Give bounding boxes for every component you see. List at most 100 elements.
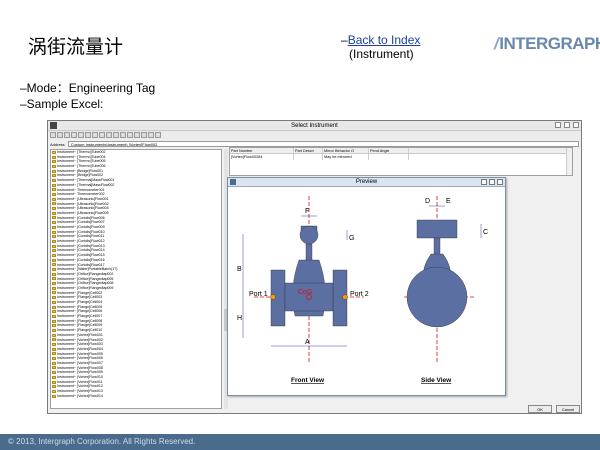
filter-icon[interactable] bbox=[155, 132, 161, 138]
folder-icon bbox=[52, 296, 56, 300]
back-link-subtitle: (Instrument) bbox=[349, 47, 414, 61]
open-icon[interactable] bbox=[57, 132, 63, 138]
dim-a-label: A bbox=[305, 339, 310, 346]
folder-icon bbox=[52, 305, 56, 309]
folder-icon bbox=[52, 211, 56, 215]
bullet-mode: –Mode：Engineering Tag bbox=[20, 81, 156, 95]
tree-item-label: Instrument~ [Vortex]Flow014 bbox=[57, 393, 103, 398]
preview-close-icon[interactable] bbox=[497, 179, 503, 185]
paste-icon[interactable] bbox=[85, 132, 91, 138]
grid-col-mirror-behavior[interactable]: Mirror Behavior O bbox=[323, 148, 369, 153]
folder-icon bbox=[52, 188, 56, 192]
folder-icon bbox=[52, 277, 56, 281]
folder-icon bbox=[52, 202, 56, 206]
port2-label: Port 2 bbox=[350, 291, 369, 298]
refresh-icon[interactable] bbox=[148, 132, 154, 138]
preview-maximize-icon[interactable] bbox=[489, 179, 495, 185]
logo-slash-mark: / bbox=[494, 34, 499, 53]
folder-icon bbox=[52, 310, 56, 314]
new-icon[interactable] bbox=[50, 132, 56, 138]
port1-label: Port 1 bbox=[249, 291, 268, 298]
grid-scrollbar[interactable] bbox=[566, 148, 572, 175]
app-icon bbox=[50, 122, 57, 129]
intergraph-logo: /INTERGRAPH bbox=[494, 34, 600, 54]
save-icon[interactable] bbox=[64, 132, 70, 138]
cut-icon[interactable] bbox=[71, 132, 77, 138]
front-view: B H A F G Port 1 Port 2 CoG Front View bbox=[237, 196, 369, 384]
folder-icon bbox=[52, 150, 56, 154]
folder-icon bbox=[52, 249, 56, 253]
folder-icon bbox=[52, 235, 56, 239]
preview-app-icon bbox=[230, 179, 236, 185]
grid-col-part-description[interactable]: Part Descri bbox=[294, 148, 323, 153]
logo-wordmark: INTERGRAPH bbox=[499, 34, 600, 53]
forward-icon[interactable] bbox=[134, 132, 140, 138]
preview-window: Preview B H A F G Port 1 Port 2 CoG Fron… bbox=[227, 177, 506, 396]
preview-minimize-icon[interactable] bbox=[481, 179, 487, 185]
cell-part-number: [Vortex]Flow00284 bbox=[230, 154, 294, 160]
preview-icon[interactable] bbox=[120, 132, 126, 138]
properties-icon[interactable] bbox=[99, 132, 105, 138]
folder-icon bbox=[52, 230, 56, 234]
folder-icon bbox=[52, 169, 56, 173]
folder-icon bbox=[52, 216, 56, 220]
grid-col-part-number[interactable]: Part Number bbox=[230, 148, 294, 153]
tree-item[interactable]: Instrument~ [Vortex]Flow014 bbox=[51, 394, 221, 399]
front-transmitter-head bbox=[299, 225, 319, 245]
back-icon[interactable] bbox=[127, 132, 133, 138]
cancel-button[interactable]: Cancel bbox=[556, 405, 580, 413]
close-icon[interactable] bbox=[573, 122, 579, 128]
folder-icon bbox=[52, 333, 56, 337]
port2-marker bbox=[342, 294, 348, 300]
window-title: Select Instrument bbox=[291, 123, 338, 129]
folder-icon bbox=[52, 272, 56, 276]
cell-pend-angle bbox=[369, 154, 409, 160]
folder-icon bbox=[52, 207, 56, 211]
port1-marker bbox=[270, 294, 276, 300]
preview-titlebar: Preview bbox=[228, 178, 505, 187]
dim-h-label: H bbox=[237, 315, 242, 322]
folder-icon bbox=[52, 357, 56, 361]
folder-icon bbox=[52, 239, 56, 243]
side-view-label: Side View bbox=[421, 377, 452, 384]
side-transmitter-head bbox=[416, 219, 458, 239]
slide-title: 涡街流量计 bbox=[28, 36, 124, 58]
folder-icon bbox=[52, 225, 56, 229]
folder-icon bbox=[52, 343, 56, 347]
folder-icon bbox=[52, 286, 56, 290]
folder-icon bbox=[52, 244, 56, 248]
folder-icon bbox=[52, 352, 56, 356]
side-view: D E C Side View bbox=[404, 196, 488, 384]
folder-icon bbox=[52, 183, 56, 187]
folder-icon bbox=[52, 178, 56, 182]
dim-c-label: C bbox=[483, 229, 488, 236]
side-flange-disc bbox=[406, 266, 468, 328]
instrument-tree[interactable]: Instrument~ [Thermo]Tube002 Instrument~ [… bbox=[50, 149, 222, 409]
copyright-text: © 2013, Intergraph Corporation. All Righ… bbox=[8, 437, 196, 446]
maximize-icon[interactable] bbox=[564, 122, 570, 128]
folder-icon bbox=[52, 375, 56, 379]
list-view-icon[interactable] bbox=[106, 132, 112, 138]
address-label: Address bbox=[50, 141, 65, 147]
folder-icon bbox=[52, 221, 56, 225]
folder-icon bbox=[52, 347, 56, 351]
ok-button[interactable]: OK bbox=[528, 405, 552, 413]
delete-icon[interactable] bbox=[92, 132, 98, 138]
folder-icon bbox=[52, 338, 56, 342]
preview-title: Preview bbox=[355, 179, 378, 185]
details-view-icon[interactable] bbox=[113, 132, 119, 138]
folder-icon bbox=[52, 328, 56, 332]
dim-d-label: D bbox=[425, 198, 430, 205]
back-link-dash: – bbox=[341, 33, 348, 47]
bullet-sample-excel: –Sample Excel: bbox=[20, 97, 104, 111]
up-icon[interactable] bbox=[141, 132, 147, 138]
grid-col-pend-angle[interactable]: Pend Angle bbox=[369, 148, 409, 153]
copy-icon[interactable] bbox=[78, 132, 84, 138]
table-row[interactable]: [Vortex]Flow00284 May be mirrored bbox=[230, 154, 572, 160]
folder-icon bbox=[52, 385, 56, 389]
select-instrument-window: Select Instrument Address Custom Instrum… bbox=[47, 120, 582, 414]
toolbar bbox=[48, 131, 581, 140]
minimize-icon[interactable] bbox=[555, 122, 561, 128]
dim-e-label: E bbox=[446, 198, 451, 205]
back-to-index-link[interactable]: Back to Index bbox=[348, 33, 421, 47]
